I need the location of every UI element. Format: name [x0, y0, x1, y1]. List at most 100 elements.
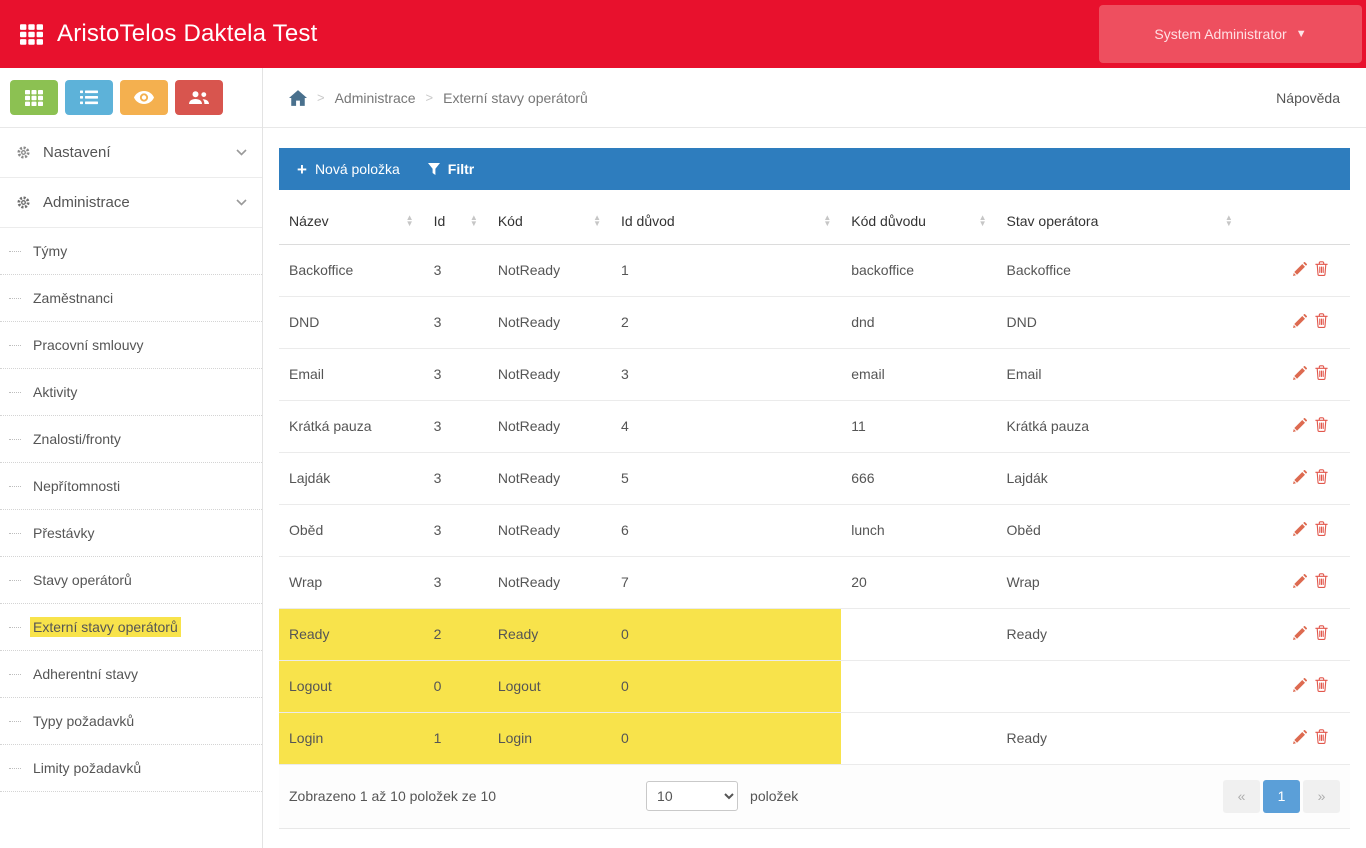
delete-button[interactable] — [1311, 675, 1332, 697]
sidebar-item-prestavky[interactable]: Přestávky — [0, 510, 262, 557]
edit-button[interactable] — [1289, 572, 1311, 593]
cell-id: 3 — [424, 504, 488, 556]
delete-button[interactable] — [1311, 727, 1332, 749]
cell-kod-duvodu — [841, 660, 996, 712]
delete-button[interactable] — [1311, 571, 1332, 593]
sidebar-item-label: Adherentní stavy — [30, 664, 141, 684]
breadcrumb-item-externi-stavy-operatoru[interactable]: Externí stavy operátorů — [443, 90, 588, 106]
sidebar-item-typy-pozadavku[interactable]: Typy požadavků — [0, 698, 262, 745]
app-button-listings[interactable] — [65, 80, 113, 115]
app-button-tables[interactable] — [10, 80, 58, 115]
app-menu-grid-icon[interactable] — [20, 24, 43, 45]
delete-button[interactable] — [1311, 415, 1332, 437]
sidebar-item-nastaveni[interactable]: Nastavení — [0, 128, 262, 178]
sidebar-item-label: Pracovní smlouvy — [30, 335, 146, 355]
column-label: Název — [289, 213, 329, 229]
sidebar-item-stavy-operatoru[interactable]: Stavy operátorů — [0, 557, 262, 604]
sidebar-item-tymy[interactable]: Týmy — [0, 228, 262, 275]
cell-kod-duvodu: 20 — [841, 556, 996, 608]
top-header: AristoTelos Daktela Test System Administ… — [0, 0, 1366, 68]
edit-button[interactable] — [1289, 416, 1311, 437]
cell-stav-operatora: Ready — [997, 712, 1243, 764]
cell-kod-duvodu: email — [841, 348, 996, 400]
column-header-stav-operatora[interactable]: Stav operátora▲▼ — [997, 198, 1243, 244]
cell-text: NotReady — [498, 522, 560, 538]
row-actions — [1243, 296, 1350, 348]
edit-pencil-icon — [1293, 314, 1307, 328]
page-size-control: 10 položek — [646, 781, 798, 811]
edit-button[interactable] — [1289, 676, 1311, 697]
cell-id: 3 — [424, 556, 488, 608]
sidebar-item-label: Administrace — [43, 194, 130, 211]
home-icon[interactable] — [289, 90, 307, 106]
sort-icon: ▲▼ — [1225, 215, 1233, 227]
sort-icon: ▲▼ — [406, 215, 414, 227]
breadcrumb: >Administrace>Externí stavy operátorů Ná… — [263, 68, 1366, 128]
chevron-down-icon — [236, 199, 247, 206]
delete-button[interactable] — [1311, 363, 1332, 385]
cell-id-duvod: 7 — [611, 556, 841, 608]
column-header-id-duvod[interactable]: Id důvod▲▼ — [611, 198, 841, 244]
delete-button[interactable] — [1311, 623, 1332, 645]
edit-button[interactable] — [1289, 312, 1311, 333]
sidebar-item-nepritomnosti[interactable]: Nepřítomnosti — [0, 463, 262, 510]
delete-button[interactable] — [1311, 467, 1332, 489]
delete-button[interactable] — [1311, 259, 1332, 281]
row-actions — [1243, 244, 1350, 296]
edit-button[interactable] — [1289, 364, 1311, 385]
app-button-wallboard[interactable] — [120, 80, 168, 115]
page-size-select[interactable]: 10 — [646, 781, 738, 811]
column-header-id[interactable]: Id▲▼ — [424, 198, 488, 244]
cell-text: Ready — [1007, 730, 1047, 746]
pagination-page-button-1[interactable]: 1 — [1263, 780, 1300, 813]
column-header-kod[interactable]: Kód▲▼ — [488, 198, 611, 244]
cell-text: NotReady — [498, 574, 560, 590]
delete-button[interactable] — [1311, 519, 1332, 541]
edit-button[interactable] — [1289, 624, 1311, 645]
cell-text: 2 — [621, 314, 629, 330]
cell-id-duvod: 0 — [611, 660, 841, 712]
app-button-agents[interactable] — [175, 80, 223, 115]
cell-id: 2 — [424, 608, 488, 660]
cell-text: 3 — [434, 522, 442, 538]
edit-button[interactable] — [1289, 728, 1311, 749]
delete-trash-icon — [1315, 469, 1328, 484]
new-item-button[interactable]: + Nová položka — [283, 148, 414, 190]
sidebar-item-administrace[interactable]: Administrace — [0, 178, 262, 228]
filter-button[interactable]: Filtr — [414, 148, 488, 190]
cell-text: Login — [498, 730, 532, 746]
cell-text: Wrap — [289, 574, 322, 590]
pagination-prev-button[interactable]: « — [1223, 780, 1260, 813]
cell-text: 5 — [621, 470, 629, 486]
sidebar-item-externi-stavy-operatoru[interactable]: Externí stavy operátorů — [0, 604, 262, 651]
cell-text: Ready — [498, 626, 538, 642]
sidebar-item-aktivity[interactable]: Aktivity — [0, 369, 262, 416]
breadcrumb-item-administrace[interactable]: Administrace — [335, 90, 416, 106]
column-header-nazev[interactable]: Název ▲▼ — [279, 198, 424, 244]
cell-text: Backoffice — [289, 262, 353, 278]
cell-text: Backoffice — [1007, 262, 1071, 278]
sidebar-item-znalosti-fronty[interactable]: Znalosti/fronty — [0, 416, 262, 463]
sidebar-item-limity-pozadavku[interactable]: Limity požadavků — [0, 745, 262, 792]
column-header-kod-duvodu[interactable]: Kód důvodu▲▼ — [841, 198, 996, 244]
cell-text: 1 — [621, 262, 629, 278]
cell-id: 3 — [424, 400, 488, 452]
help-link[interactable]: Nápověda — [1276, 90, 1340, 106]
edit-button[interactable] — [1289, 468, 1311, 489]
edit-button[interactable] — [1289, 520, 1311, 541]
pagination-next-button[interactable]: » — [1303, 780, 1340, 813]
row-actions — [1243, 712, 1350, 764]
cell-text: Lajdák — [1007, 470, 1048, 486]
cell-id-duvod: 0 — [611, 712, 841, 764]
cell-text: 2 — [434, 626, 442, 642]
sidebar-item-pracovni-smlouvy[interactable]: Pracovní smlouvy — [0, 322, 262, 369]
sidebar-item-zamestnanci[interactable]: Zaměstnanci — [0, 275, 262, 322]
edit-button[interactable] — [1289, 260, 1311, 281]
user-menu-button[interactable]: System Administrator ▼ — [1099, 5, 1362, 63]
cell-text: email — [851, 366, 884, 382]
cell-kod: NotReady — [488, 452, 611, 504]
cell-kod: NotReady — [488, 504, 611, 556]
delete-button[interactable] — [1311, 311, 1332, 333]
edit-pencil-icon — [1293, 730, 1307, 744]
sidebar-item-adherentni-stavy[interactable]: Adherentní stavy — [0, 651, 262, 698]
